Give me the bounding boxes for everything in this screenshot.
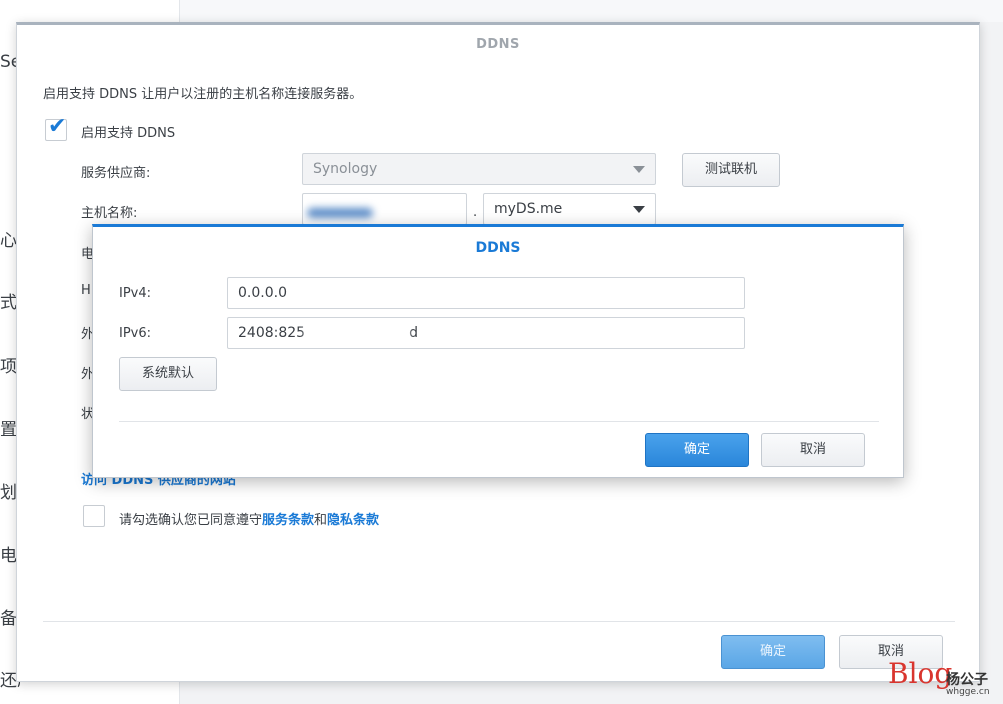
ipv4-value: 0.0.0.0 [238, 285, 287, 301]
hostname-input[interactable] [302, 193, 467, 225]
provider-label: 服务供应商: [81, 166, 151, 181]
terms-of-service-link[interactable]: 服务条款 [262, 513, 314, 528]
watermark-blog: Blog [888, 657, 953, 690]
test-connection-button[interactable]: 测试联机 [682, 153, 780, 187]
ipv4-label: IPv4: [119, 286, 152, 301]
redacted-mark [305, 326, 410, 340]
hidden-label-fragment: H [81, 283, 91, 298]
ipv6-value-start: 2408:825 [238, 325, 306, 341]
agree-text: 请勾选确认您已同意遵守服务条款和隐私条款 [119, 509, 379, 528]
background-header [180, 0, 1003, 22]
agree-terms-checkbox[interactable] [83, 505, 105, 527]
check-icon: ✔ [48, 114, 67, 139]
provider-select[interactable]: Synology [302, 153, 656, 185]
enable-ddns-checkbox[interactable]: ✔ [45, 114, 67, 141]
ipv4-input[interactable]: 0.0.0.0 [227, 277, 745, 309]
watermark-name: 杨公子 [946, 672, 988, 688]
main-ok-button[interactable]: 确定 [721, 635, 825, 669]
agree-prefix: 请勾选确认您已同意遵守 [119, 513, 263, 528]
intro-text: 启用支持 DDNS 让用户以注册的主机名称连接服务器。 [43, 87, 363, 102]
hostname-dot: . [473, 205, 478, 220]
ipv6-label: IPv6: [119, 326, 152, 341]
dialog-cancel-button[interactable]: 取消 [761, 433, 865, 467]
dialog-ok-button[interactable]: 确定 [645, 433, 749, 467]
chevron-down-icon [633, 206, 645, 213]
ipv6-input[interactable]: 2408:825 d [227, 317, 745, 349]
redacted-mark [307, 208, 373, 218]
blog-watermark: Blog 杨公子 whgge.cn [888, 660, 1000, 700]
ipv6-value-end: d [409, 325, 418, 341]
dialog-divider [119, 421, 879, 422]
domain-value: myDS.me [494, 201, 563, 217]
footer-divider [43, 621, 955, 622]
window-title: DDNS [476, 37, 520, 52]
ddns-dialog: DDNS IPv4: 0.0.0.0 IPv6: 2408:825 d 系统默认 … [92, 224, 904, 478]
enable-ddns-label: 启用支持 DDNS [81, 126, 176, 141]
provider-value: Synology [313, 161, 378, 177]
hostname-label: 主机名称: [81, 206, 138, 221]
watermark-url: whgge.cn [946, 687, 990, 697]
agree-and: 和 [314, 513, 328, 528]
chevron-down-icon [633, 166, 645, 173]
domain-select[interactable]: myDS.me [483, 193, 656, 225]
dialog-title: DDNS [475, 240, 521, 256]
privacy-policy-link[interactable]: 隐私条款 [327, 513, 379, 528]
system-default-button[interactable]: 系统默认 [119, 357, 217, 391]
